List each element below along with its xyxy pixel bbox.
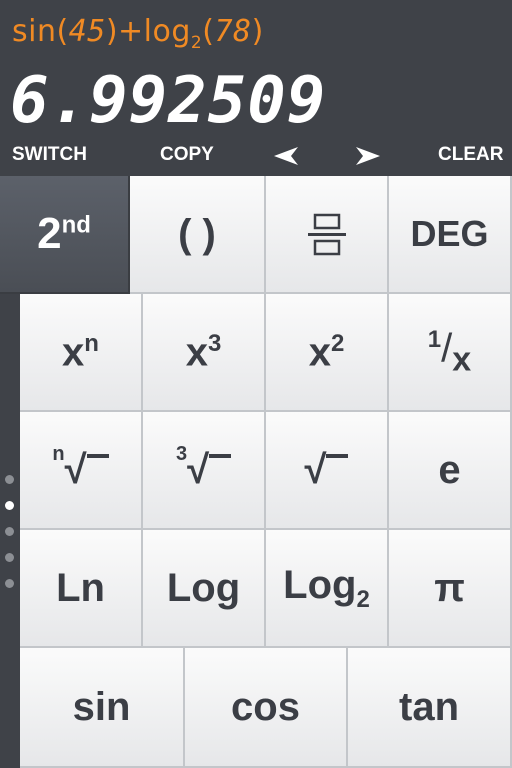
display-toolbar: SWITCH COPY CLEAR: [0, 140, 512, 172]
cube-base: x: [185, 330, 208, 375]
reciprocal-key[interactable]: 1/x: [389, 294, 512, 412]
second-function-key[interactable]: 2nd: [0, 176, 130, 294]
parentheses-key[interactable]: ( ): [130, 176, 266, 294]
cos-key[interactable]: cos: [185, 648, 348, 768]
reciprocal-numerator: 1: [427, 325, 442, 353]
cube-exponent: 3: [207, 329, 222, 357]
second-key-superscript: nd: [61, 211, 91, 239]
clear-button[interactable]: CLEAR: [438, 140, 503, 170]
log-key[interactable]: Log: [143, 530, 266, 648]
ln-label: Ln: [56, 566, 105, 610]
cursor-right-button[interactable]: [356, 140, 382, 170]
reciprocal-slash: /: [441, 326, 453, 371]
euler-key[interactable]: e: [389, 412, 512, 530]
square-exponent: 2: [330, 329, 345, 357]
power-n-exponent: n: [84, 329, 99, 357]
sin-label: sin: [72, 685, 131, 729]
parentheses-label: ( ): [178, 212, 216, 256]
deg-label: DEG: [410, 213, 489, 254]
expression-close-paren: ): [251, 14, 264, 49]
second-key-label: 2: [37, 209, 62, 258]
reciprocal-denominator: x: [452, 340, 472, 379]
cube-root-index: 3: [175, 443, 188, 465]
cube-root-radical-icon: √: [187, 448, 210, 492]
page-dot[interactable]: [5, 475, 14, 484]
switch-button[interactable]: SWITCH: [12, 140, 87, 170]
expression-sin: sin(: [12, 14, 69, 49]
page-indicator: [0, 294, 20, 768]
sin-key[interactable]: sin: [20, 648, 185, 768]
expression-arg2: 78: [214, 14, 252, 49]
expression-log: )+log: [105, 14, 191, 49]
nth-root-index: n: [52, 443, 65, 465]
expression-arg1: 45: [68, 14, 106, 49]
log2-label: Log: [283, 562, 357, 607]
fraction-key[interactable]: [266, 176, 389, 294]
power-n-base: x: [62, 330, 85, 375]
page-dot-active[interactable]: [5, 501, 14, 510]
expression-open-paren: (: [202, 14, 215, 49]
tan-key[interactable]: tan: [348, 648, 512, 768]
ln-key[interactable]: Ln: [20, 530, 143, 648]
log-label: Log: [166, 566, 241, 610]
square-root-key[interactable]: √: [266, 412, 389, 530]
left-arrow-icon: [274, 147, 298, 165]
cursor-left-button[interactable]: [274, 140, 300, 170]
page-dot[interactable]: [5, 579, 14, 588]
cos-label: cos: [231, 685, 300, 729]
deg-key[interactable]: DEG: [389, 176, 512, 294]
nth-root-key[interactable]: n √: [20, 412, 143, 530]
expression-log-base: 2: [190, 33, 203, 53]
fraction-icon: [307, 213, 346, 256]
page-dot[interactable]: [5, 553, 14, 562]
cube-key[interactable]: x3: [143, 294, 266, 412]
page-dot[interactable]: [5, 527, 14, 536]
nth-root-radical-icon: √: [64, 448, 87, 492]
result-value: 6.992509: [10, 64, 327, 138]
euler-label: e: [438, 448, 461, 492]
log2-key[interactable]: Log2: [266, 530, 389, 648]
log2-base: 2: [356, 585, 370, 613]
pi-key[interactable]: π: [389, 530, 512, 648]
power-n-key[interactable]: xn: [20, 294, 143, 412]
cube-root-key[interactable]: 3 √: [143, 412, 266, 530]
calculator-display: sin(45)+log2(78) 6.992509 SWITCH COPY CL…: [0, 0, 512, 176]
expression-line: sin(45)+log2(78): [12, 14, 264, 53]
copy-button[interactable]: COPY: [160, 140, 214, 170]
square-root-radical-icon: √: [304, 448, 327, 492]
right-arrow-icon: [356, 147, 380, 165]
pi-label: π: [434, 566, 465, 610]
square-key[interactable]: x2: [266, 294, 389, 412]
tan-label: tan: [399, 685, 459, 729]
square-base: x: [308, 330, 331, 375]
